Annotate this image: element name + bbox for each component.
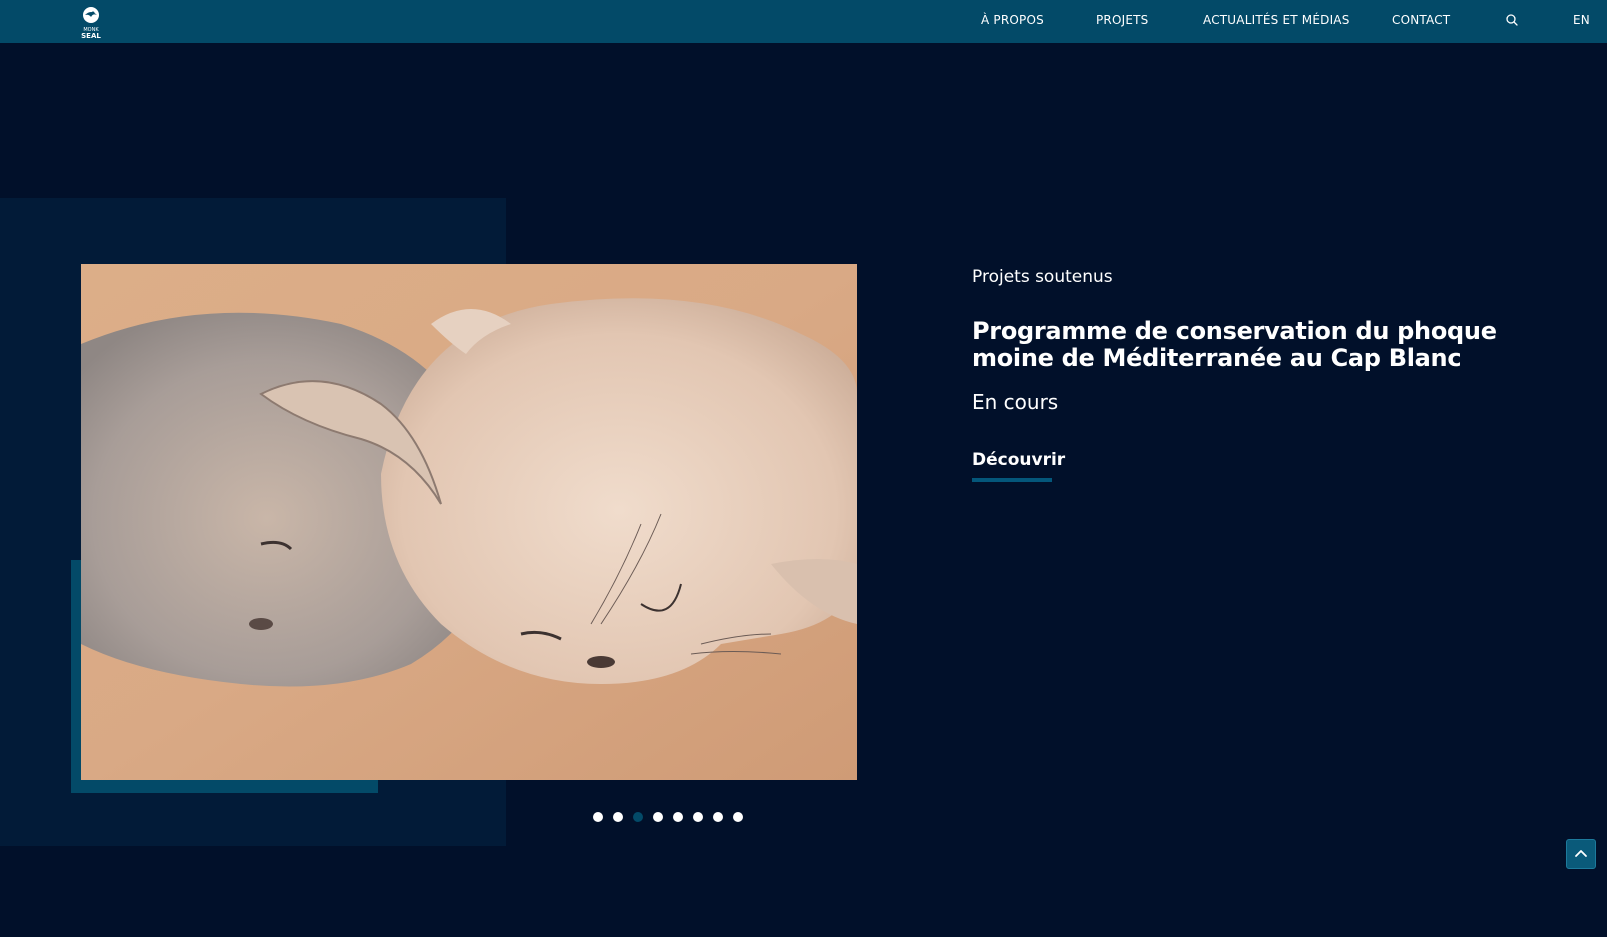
nav-item-projets[interactable]: PROJETS — [1096, 13, 1149, 27]
scroll-to-top-button[interactable] — [1566, 839, 1596, 869]
search-button[interactable] — [1504, 12, 1520, 28]
seal-logo-icon: MONK SEAL — [81, 7, 101, 40]
carousel-dot-4[interactable] — [653, 812, 663, 822]
logo-text-seal: SEAL — [81, 32, 101, 40]
carousel-dot-3-active[interactable] — [633, 812, 643, 822]
top-navigation-bar: MONK SEAL À PROPOS PROJETS ACTUALITÉS ET… — [0, 0, 1607, 43]
carousel-dot-6[interactable] — [693, 812, 703, 822]
discover-link[interactable]: Découvrir — [972, 450, 1065, 482]
search-icon — [1506, 14, 1518, 26]
project-status: En cours — [972, 390, 1059, 414]
nav-item-actualites-medias[interactable]: ACTUALITÉS ET MÉDIAS — [1203, 13, 1350, 27]
monk-seal-logo[interactable]: MONK SEAL — [79, 6, 103, 42]
carousel-dot-8[interactable] — [733, 812, 743, 822]
hero-image-monk-seals — [81, 264, 857, 780]
carousel-pagination — [593, 812, 743, 824]
carousel-dot-2[interactable] — [613, 812, 623, 822]
hero-title: Programme de conservation du phoque moin… — [972, 317, 1497, 372]
carousel-dot-7[interactable] — [713, 812, 723, 822]
monk-seals-photo — [81, 264, 857, 780]
language-switch[interactable]: EN — [1573, 13, 1590, 27]
hero-eyebrow: Projets soutenus — [972, 267, 1113, 287]
nav-item-contact[interactable]: CONTACT — [1392, 13, 1450, 27]
chevron-up-icon — [1575, 850, 1587, 857]
nav-item-a-propos[interactable]: À PROPOS — [981, 13, 1044, 27]
carousel-dot-5[interactable] — [673, 812, 683, 822]
carousel-dot-1[interactable] — [593, 812, 603, 822]
